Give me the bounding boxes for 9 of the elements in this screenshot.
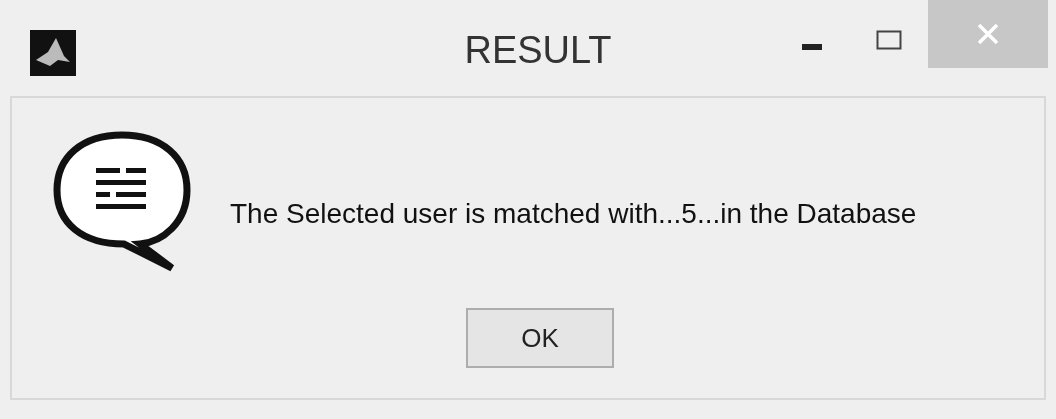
close-icon[interactable] [977, 23, 999, 45]
message-text: The Selected user is matched with...5...in the Database [230, 197, 917, 231]
ok-button[interactable]: OK [466, 308, 614, 368]
maximize-icon[interactable] [876, 30, 902, 50]
minimize-icon[interactable] [802, 44, 822, 50]
speech-bubble-icon [52, 130, 192, 272]
app-icon[interactable] [30, 30, 76, 76]
close-button[interactable] [928, 0, 1048, 68]
window-title: RESULT [463, 28, 613, 73]
